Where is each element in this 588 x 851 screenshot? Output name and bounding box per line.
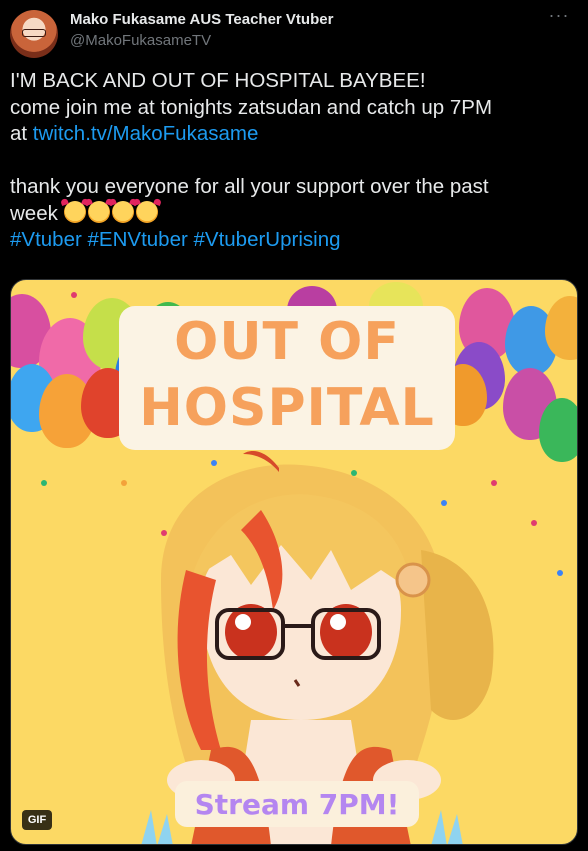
author-display-name[interactable]: Mako Fukasame AUS Teacher Vtuber (70, 11, 333, 28)
tweet-line-5-prefix: week (10, 201, 64, 225)
smiling-face-with-hearts-icon (87, 200, 110, 223)
title-line-1: OUT OF (174, 312, 400, 372)
title-box: OUT OF HOSPITAL (119, 306, 455, 450)
tweet-line-4: thank you everyone for all your support … (10, 175, 489, 198)
tweet-text: I'M BACK AND OUT OF HOSPITAL BAYBEE! com… (10, 68, 578, 254)
tweet-line-3: at twitch.tv/MakoFukasame (10, 121, 578, 148)
hashtag-envtuber[interactable]: #ENVtuber (88, 228, 188, 251)
stream-time-label: Stream 7PM! (194, 788, 400, 821)
gif-badge: GIF (22, 810, 52, 830)
author-handle[interactable]: @MakoFukasameTV (70, 32, 211, 49)
smiling-face-with-hearts-icon (111, 200, 134, 223)
tweet-line-2: come join me at tonights zatsudan and ca… (10, 95, 493, 119)
hashtag-line: #Vtuber #ENVtuber #VtuberUprising (10, 227, 578, 254)
hashtag-vtuberuprising[interactable]: #VtuberUprising (194, 228, 341, 251)
stream-time-badge: Stream 7PM! (175, 781, 419, 827)
tweet-header: Mako Fukasame AUS Teacher Vtuber @MakoFu… (10, 6, 578, 58)
smiling-face-with-hearts-icon (135, 200, 158, 223)
tweet-line-3-prefix: at (10, 122, 33, 145)
emoji-row (63, 200, 160, 225)
tweet-line-5: week (10, 200, 578, 228)
tweet-media-gif[interactable]: OUT OF HOSPITAL Stream 7PM! GIF (10, 279, 578, 845)
avatar[interactable] (10, 10, 58, 58)
title-line-2: HOSPITAL (139, 378, 435, 438)
tweet-line-1: I'M BACK AND OUT OF HOSPITAL BAYBEE! (10, 69, 426, 92)
more-dots-icon[interactable]: ··· (544, 6, 574, 30)
twitch-link[interactable]: twitch.tv/MakoFukasame (33, 122, 259, 145)
smiling-face-with-hearts-icon (63, 200, 86, 223)
hashtag-vtuber[interactable]: #Vtuber (10, 228, 82, 251)
